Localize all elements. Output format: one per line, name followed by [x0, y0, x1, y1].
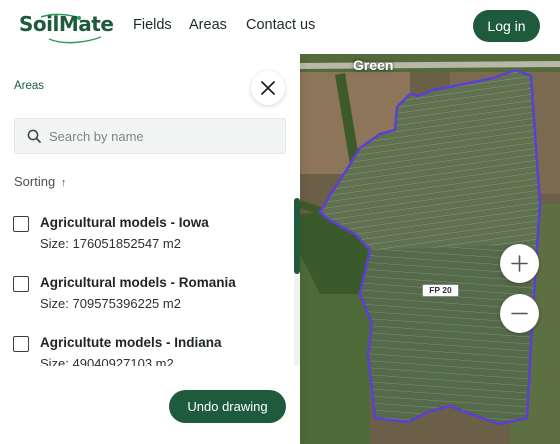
area-checkbox[interactable] — [13, 336, 29, 352]
zoom-in-button[interactable] — [500, 244, 539, 283]
list-item: Agricultural models - Romania Size: 7095… — [0, 266, 290, 326]
area-name: Agricultural models - Iowa — [40, 215, 209, 230]
search-icon — [27, 129, 41, 143]
logo-text: SoilMate — [19, 12, 114, 36]
area-size: Size: 709575396225 m2 — [40, 296, 181, 311]
sorting-toggle[interactable]: Sorting ↑ — [14, 174, 66, 189]
zoom-out-button[interactable] — [500, 294, 539, 333]
sort-arrow-up-icon: ↑ — [60, 177, 67, 189]
close-icon — [261, 81, 275, 95]
footpath-label: FP 20 — [422, 284, 459, 297]
sorting-label: Sorting — [14, 174, 56, 189]
nav-link-contact-us[interactable]: Contact us — [246, 17, 315, 33]
soilmate-logo[interactable]: SoilMate — [19, 9, 114, 45]
close-panel-button[interactable] — [251, 71, 285, 105]
area-checkbox[interactable] — [13, 276, 29, 292]
top-navbar: SoilMate Fields Areas Contact us Log in — [0, 0, 560, 54]
undo-drawing-button[interactable]: Undo drawing — [169, 390, 286, 423]
plus-icon — [511, 255, 528, 272]
list-scrollbar-thumb[interactable] — [294, 198, 300, 274]
panel-title: Areas — [14, 80, 45, 92]
list-item: Agricultural models - Iowa Size: 1760518… — [0, 206, 290, 266]
list-item: Agricultute models - Indiana Size: 49040… — [0, 326, 290, 366]
search-box — [14, 118, 286, 154]
search-input[interactable] — [49, 119, 279, 153]
nav-link-areas[interactable]: Areas — [189, 17, 227, 33]
area-name: Agricultute models - Indiana — [40, 335, 222, 350]
road-label: Green — [353, 57, 394, 73]
nav-link-fields[interactable]: Fields — [133, 17, 172, 33]
areas-panel: Areas Sorting ↑ Agricultural models - Io… — [0, 54, 300, 444]
areas-list: Agricultural models - Iowa Size: 1760518… — [0, 206, 290, 366]
minus-icon — [511, 312, 528, 315]
area-checkbox[interactable] — [13, 216, 29, 232]
satellite-map[interactable]: Green FP 20 — [300, 54, 560, 444]
area-size: Size: 49040927103 m2 — [40, 356, 174, 366]
area-name: Agricultural models - Romania — [40, 275, 236, 290]
login-button[interactable]: Log in — [473, 10, 540, 42]
area-size: Size: 176051852547 m2 — [40, 236, 181, 251]
